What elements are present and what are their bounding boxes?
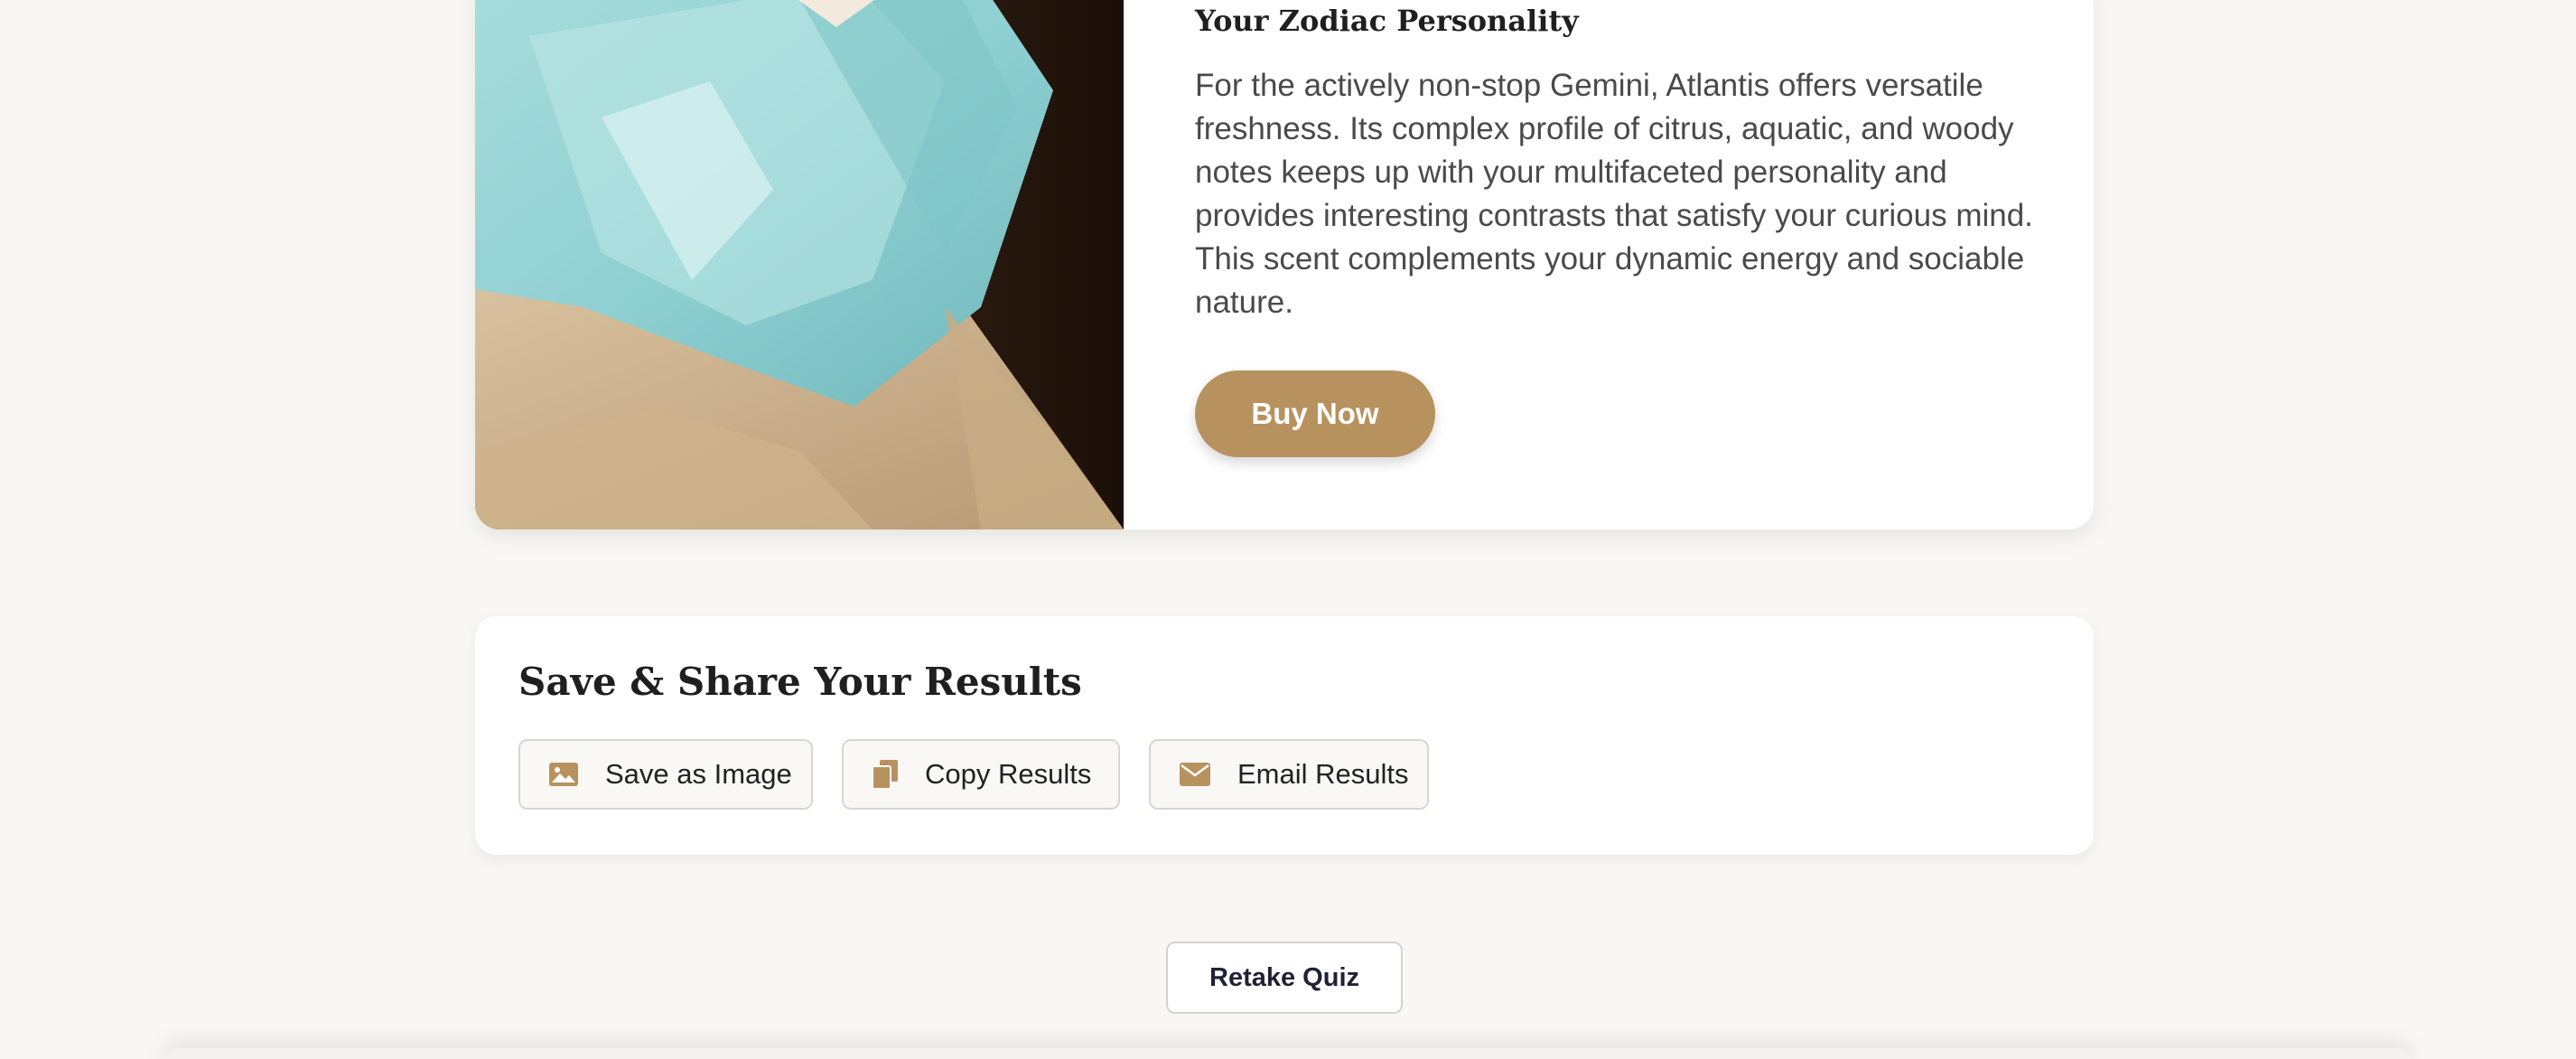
share-title: Save & Share Your Results [518, 660, 1082, 704]
envelope-icon [1180, 759, 1210, 790]
copy-icon [873, 759, 898, 790]
personality-description: For the actively non-stop Gemini, Atlant… [1195, 68, 2033, 320]
copy-results-button[interactable]: Copy Results [842, 739, 1120, 810]
page: Your Zodiac Personality For the actively… [0, 0, 2576, 1059]
image-icon [549, 759, 578, 790]
buy-now-button[interactable]: Buy Now [1195, 370, 1435, 457]
footer-edge [163, 1048, 2412, 1059]
email-results-label: Email Results [1237, 758, 1409, 790]
share-card: Save & Share Your Results Save as Image … [475, 616, 2094, 855]
copy-results-label: Copy Results [925, 758, 1092, 790]
retake-quiz-button[interactable]: Retake Quiz [1166, 942, 1403, 1014]
email-results-button[interactable]: Email Results [1149, 739, 1429, 810]
personality-heading: Your Zodiac Personality [1195, 4, 1579, 38]
product-image [475, 0, 1124, 530]
save-as-image-button[interactable]: Save as Image [518, 739, 813, 810]
save-as-image-label: Save as Image [605, 758, 792, 790]
result-card: Your Zodiac Personality For the actively… [475, 0, 2094, 530]
